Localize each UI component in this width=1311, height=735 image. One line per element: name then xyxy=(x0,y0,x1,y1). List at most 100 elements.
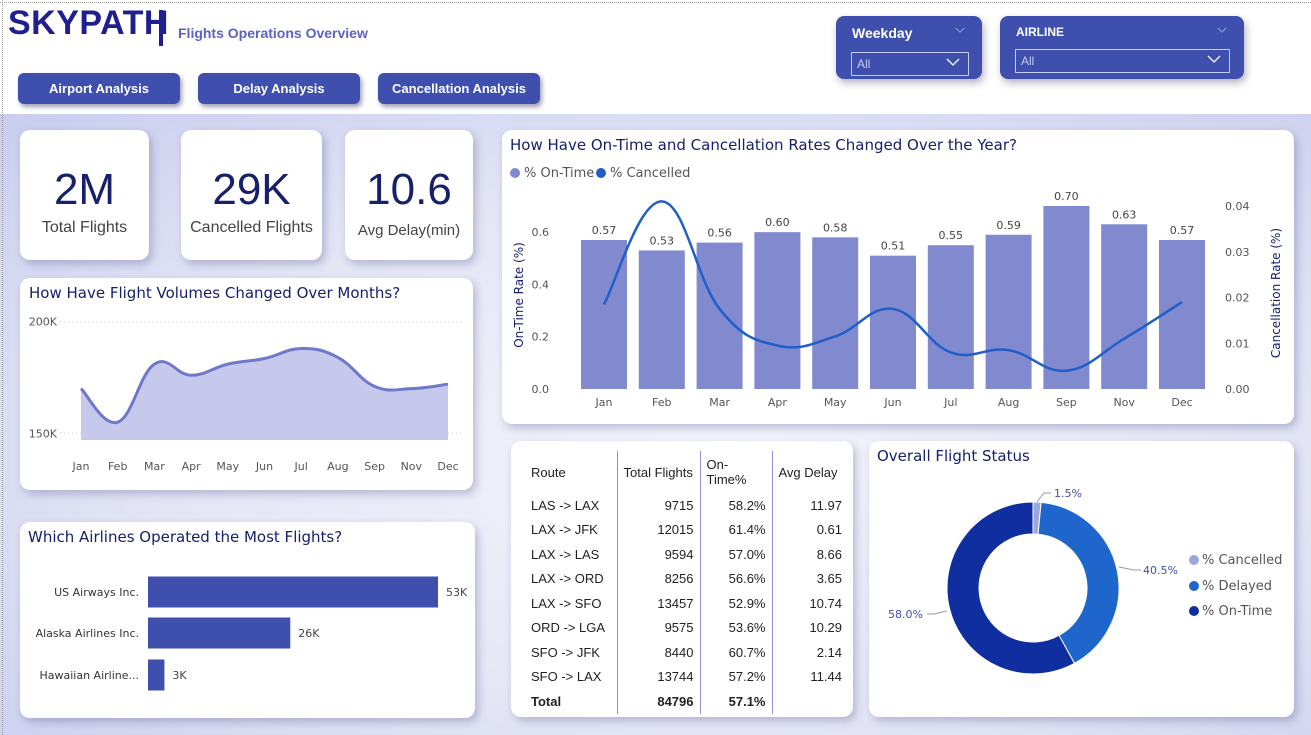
table-cell: 11.97 xyxy=(810,497,842,513)
flight-volume-area-chart: 150K 200K Jan Feb Mar Apr May Jun Jul Aug Sep Nov De… xyxy=(29,316,462,473)
airline-label: US Airways Inc. xyxy=(54,586,139,599)
x-tick-label: Nov xyxy=(401,460,423,473)
ontime-bar xyxy=(754,232,801,389)
table-cell: 11.44 xyxy=(810,669,842,685)
x-tick-label: Dec xyxy=(1171,396,1192,409)
table-cell: 58.2% xyxy=(700,493,773,518)
x-tick-label: Aug xyxy=(998,396,1019,409)
table-row[interactable]: SFO -> JFK 8440 60.7% 2.14 xyxy=(525,640,848,665)
bar-data-label: 0.53 xyxy=(650,234,675,247)
x-tick-label: Aug xyxy=(327,460,348,473)
legend-label: % Delayed xyxy=(1202,579,1272,594)
table-cell: 61.4% xyxy=(700,517,773,542)
bar-data-label: 0.56 xyxy=(707,227,732,240)
kpi-label: Cancelled Flights xyxy=(190,219,313,236)
table-row[interactable]: SFO -> LAX 13744 57.2% 11.44 xyxy=(525,664,848,689)
ontime-bar xyxy=(927,245,974,389)
x-tick-label: Jul xyxy=(943,396,957,409)
airline-dropdown[interactable]: All xyxy=(1015,49,1230,73)
table-cell: 8256 xyxy=(617,566,701,591)
y2-tick-label: 0.04 xyxy=(1225,200,1250,213)
ontime-bar xyxy=(812,237,859,389)
airline-bar xyxy=(148,617,291,649)
airlines-card[interactable]: Which Airlines Operated the Most Flights… xyxy=(20,522,475,718)
route-table-card[interactable]: Route Total Flights On-Time% Avg Delay L… xyxy=(511,441,853,717)
table-cell: 0.61 xyxy=(816,522,842,538)
y-tick-label: 0.4 xyxy=(532,278,550,291)
airline-slicer-title: AIRLINE xyxy=(1016,25,1064,39)
bar-data-label: 53K xyxy=(446,586,468,599)
column-header-total-flights[interactable]: Total Flights xyxy=(617,451,701,493)
y-tick-label: 150K xyxy=(29,427,58,440)
x-tick-label: Apr xyxy=(768,396,788,409)
cancellation-analysis-button[interactable]: Cancellation Analysis xyxy=(378,73,540,104)
table-cell: 9594 xyxy=(617,542,701,567)
kpi-avg-delay[interactable]: 10.6 Avg Delay(min) xyxy=(345,130,473,260)
table-total-row[interactable]: Total 84796 57.1% xyxy=(525,689,848,714)
flight-volume-card[interactable]: How Have Flight Volumes Changed Over Mon… xyxy=(20,278,473,490)
y-tick-label: 0.6 xyxy=(532,226,550,239)
table-row[interactable]: ORD -> LGA 9575 53.6% 10.29 xyxy=(525,615,848,640)
kpi-total-flights[interactable]: 2M Total Flights xyxy=(20,130,149,260)
bar-data-label: 3K xyxy=(172,669,187,682)
x-tick-label: May xyxy=(824,396,847,409)
x-tick-label: Feb xyxy=(108,460,127,473)
slice-label: 58.0% xyxy=(888,608,923,621)
airline-slicer[interactable]: AIRLINE All xyxy=(1000,16,1244,79)
rates-card[interactable]: How Have On-Time and Cancellation Rates … xyxy=(502,130,1294,424)
table-row[interactable]: LAX -> JFK 12015 61.4% 0.61 xyxy=(525,517,848,542)
x-tick-label: Nov xyxy=(1113,396,1135,409)
x-tick-label: Jun xyxy=(883,396,901,409)
table-cell: 2.14 xyxy=(816,644,842,660)
canvas-border xyxy=(2,0,3,735)
table-cell: 8.66 xyxy=(816,546,842,562)
ontime-bar xyxy=(1159,239,1205,389)
airline-selected-value: All xyxy=(1021,54,1035,68)
column-header-route[interactable]: Route xyxy=(525,451,618,493)
kpi-cancelled-flights[interactable]: 29K Cancelled Flights xyxy=(181,130,322,260)
weekday-dropdown[interactable]: All xyxy=(851,52,969,76)
table-cell: ORD -> LGA xyxy=(525,615,618,640)
x-tick-label: Sep xyxy=(364,460,385,473)
table-cell: Total xyxy=(525,689,618,714)
legend-label: % Cancelled xyxy=(1202,553,1282,568)
weekday-slicer[interactable]: Weekday All xyxy=(836,16,982,79)
table-cell: LAX -> ORD xyxy=(525,566,618,591)
x-tick-label: Jun xyxy=(255,460,273,473)
column-header-avg-delay[interactable]: Avg Delay xyxy=(772,451,848,493)
legend-dot-icon xyxy=(1189,606,1199,616)
table-row[interactable]: LAX -> ORD 8256 56.6% 3.65 xyxy=(525,566,848,591)
delay-analysis-button[interactable]: Delay Analysis xyxy=(198,73,360,104)
bar-data-label: 0.60 xyxy=(765,216,790,229)
ontime-bar xyxy=(870,255,916,389)
airline-label: Alaska Airlines Inc. xyxy=(36,627,139,640)
eraser-icon[interactable] xyxy=(954,25,966,35)
y-tick-label: 200K xyxy=(29,316,58,329)
leader-line xyxy=(1036,492,1051,503)
table-cell: 53.6% xyxy=(700,615,773,640)
y2-tick-label: 0.01 xyxy=(1225,337,1250,350)
table-cell: 57.0% xyxy=(700,542,773,567)
table-row[interactable]: LAX -> LAS 9594 57.0% 8.66 xyxy=(525,542,848,567)
table-cell: 10.74 xyxy=(809,595,842,611)
table-cell: 9715 xyxy=(617,493,701,518)
table-row[interactable]: LAX -> SFO 13457 52.9% 10.74 xyxy=(525,591,848,616)
x-tick-label: Apr xyxy=(182,460,202,473)
column-header-ontime[interactable]: On-Time% xyxy=(700,451,773,493)
flight-status-card[interactable]: Overall Flight Status 1.5% 40.5% 58.0%% Ca… xyxy=(869,441,1294,717)
table-cell: 84796 xyxy=(617,689,701,714)
table-cell: SFO -> LAX xyxy=(525,664,618,689)
airline-bar xyxy=(148,576,438,608)
table-cell: LAX -> LAS xyxy=(525,542,618,567)
airport-analysis-button[interactable]: Airport Analysis xyxy=(18,73,180,104)
x-tick-label: Jan xyxy=(72,460,90,473)
airlines-bar-chart: US Airways Inc. 53K Alaska Airlines Inc. 26… xyxy=(36,576,468,691)
table-cell xyxy=(772,689,848,714)
table-row[interactable]: LAS -> LAX 9715 58.2% 11.97 xyxy=(525,493,848,518)
bar-data-label: 0.58 xyxy=(823,221,848,234)
y-axis-label: On-Time Rate (%) xyxy=(512,242,526,348)
x-tick-label: Dec xyxy=(437,460,458,473)
eraser-icon[interactable] xyxy=(1216,25,1228,35)
table-cell: LAX -> JFK xyxy=(525,517,618,542)
y-tick-label: 0.2 xyxy=(532,331,550,344)
